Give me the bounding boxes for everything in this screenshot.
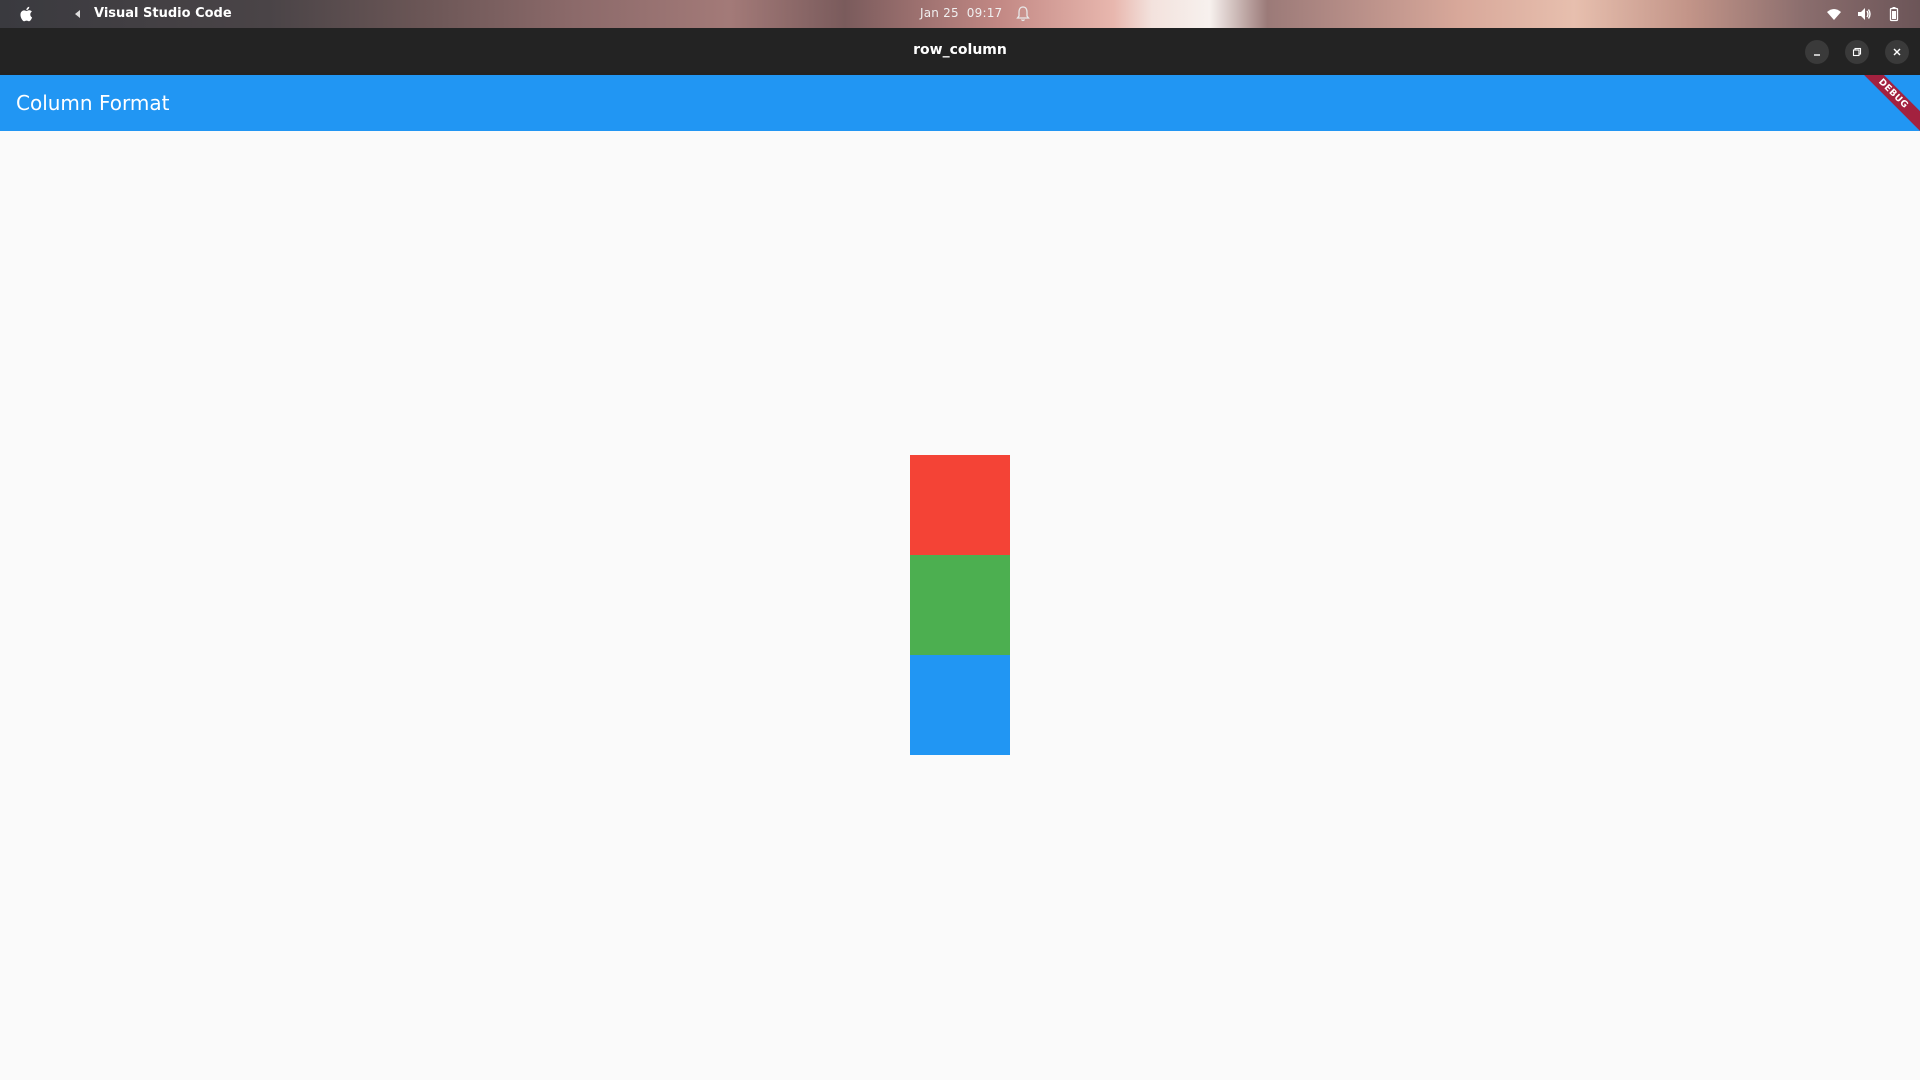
apple-icon[interactable] <box>18 5 36 23</box>
clock-date: Jan 25 <box>920 6 959 20</box>
app-body <box>0 131 1920 1080</box>
close-button[interactable] <box>1885 40 1909 64</box>
close-icon <box>1893 48 1901 56</box>
debug-banner: DEBUG <box>1849 75 1920 131</box>
maximize-icon <box>1852 47 1862 57</box>
app-bar-title: Column Format <box>16 91 170 115</box>
system-tray[interactable] <box>1826 6 1902 22</box>
volume-icon[interactable] <box>1856 6 1872 22</box>
window-title: row_column <box>913 42 1007 58</box>
app-bar: Column Format DEBUG <box>0 75 1920 131</box>
column-container <box>910 455 1010 755</box>
system-top-bar: Visual Studio Code Jan 25 09:17 <box>0 0 1920 28</box>
wifi-icon[interactable] <box>1826 6 1842 22</box>
bell-icon <box>1016 6 1030 22</box>
blue-box <box>910 655 1010 755</box>
minimize-icon <box>1814 54 1820 56</box>
minimize-button[interactable] <box>1805 40 1829 64</box>
red-box <box>910 455 1010 555</box>
battery-icon[interactable] <box>1886 6 1902 22</box>
maximize-button[interactable] <box>1845 40 1869 64</box>
clock[interactable]: Jan 25 09:17 <box>920 6 1010 20</box>
active-app-name[interactable]: Visual Studio Code <box>94 6 232 21</box>
window-title-bar[interactable]: row_column <box>0 28 1920 75</box>
green-box <box>910 555 1010 655</box>
app-indicator-icon <box>75 10 80 18</box>
clock-time: 09:17 <box>966 6 1003 20</box>
